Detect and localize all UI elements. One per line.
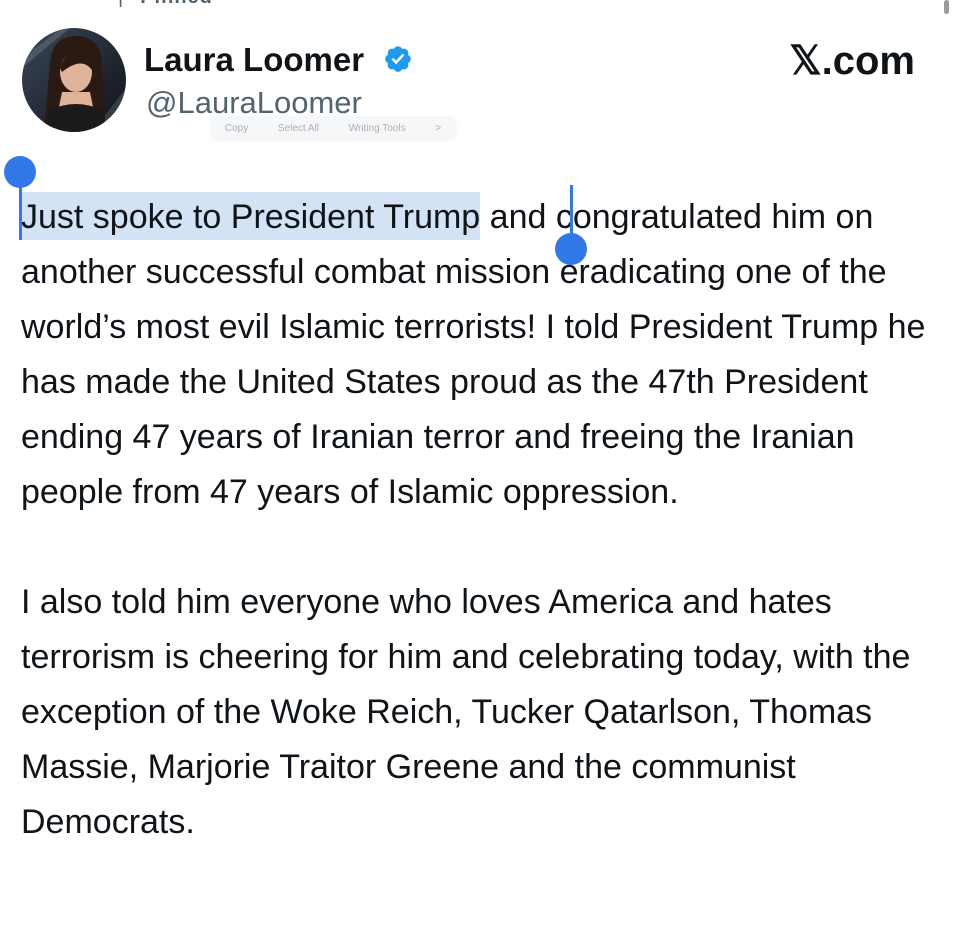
selection-start-caret xyxy=(19,178,22,240)
paragraph-1-rest: and congratulated him on another success… xyxy=(21,198,926,511)
tweet-paragraph-2: I also told him everyone who loves Ameri… xyxy=(21,583,911,841)
x-com-logo: 𝕏.com xyxy=(789,39,915,83)
tweet-paragraph-1: Just spoke to President Trump and congra… xyxy=(21,190,936,520)
pinned-label: |Pinned xyxy=(118,0,213,8)
selected-text[interactable]: Just spoke to President Trump xyxy=(21,198,481,236)
writing-tools-menu-item[interactable]: Writing Tools xyxy=(349,123,406,134)
avatar[interactable] xyxy=(22,28,126,132)
select-all-menu-item[interactable]: Select All xyxy=(278,123,319,134)
selection-end-handle[interactable] xyxy=(555,233,587,265)
text-edit-menu: Copy Select All Writing Tools > xyxy=(210,116,456,140)
copy-menu-item[interactable]: Copy xyxy=(225,123,248,134)
more-menu-arrow-icon[interactable]: > xyxy=(435,123,441,134)
avatar-image xyxy=(22,28,126,132)
scroll-indicator[interactable] xyxy=(944,0,949,14)
tweet-text[interactable]: Just spoke to President Trump and congra… xyxy=(21,190,936,850)
verified-badge-icon xyxy=(385,46,411,72)
author-name[interactable]: Laura Loomer xyxy=(144,40,364,80)
pin-icon: | xyxy=(118,0,124,8)
